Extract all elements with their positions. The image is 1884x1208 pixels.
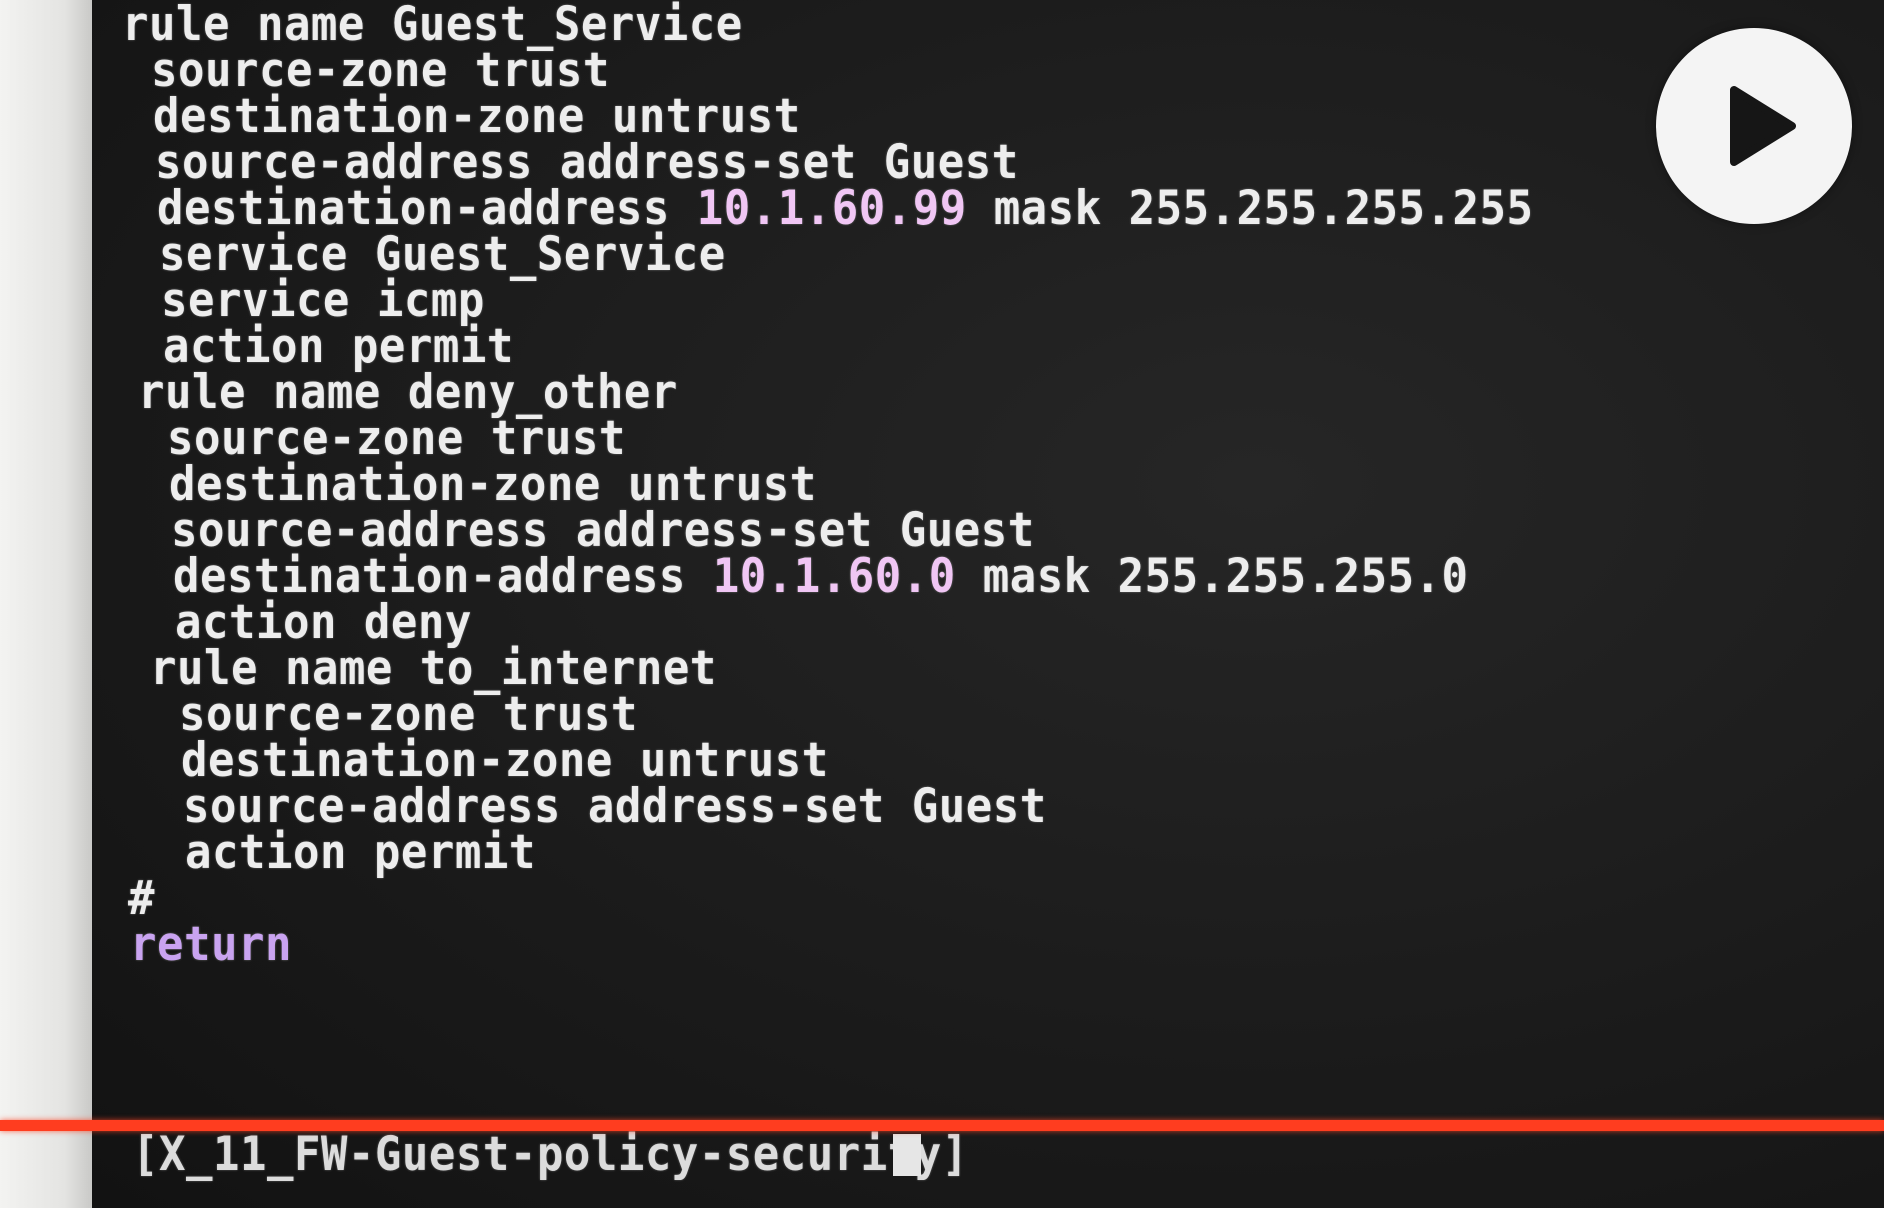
- command-prompt[interactable]: [X_11_FW-Guest-policy-security]: [132, 1127, 969, 1182]
- terminal-text: mask 255.255.255.255: [966, 180, 1534, 236]
- video-frame: rule name Guest_Service source-zone trus…: [0, 0, 1884, 1208]
- terminal-line: return: [130, 916, 292, 972]
- terminal-text: mask 255.255.255.0: [955, 548, 1469, 604]
- terminal-window: rule name Guest_Service source-zone trus…: [92, 0, 1884, 1208]
- text-cursor: [893, 1134, 921, 1176]
- video-progress-bar[interactable]: [0, 1120, 1884, 1131]
- play-icon: [1730, 86, 1796, 166]
- play-button[interactable]: [1656, 28, 1852, 224]
- ip-address: 10.1.60.0: [712, 548, 956, 604]
- ip-address: 10.1.60.99: [696, 180, 967, 236]
- screen-bezel: [0, 0, 92, 1208]
- terminal-line: action permit: [158, 824, 536, 880]
